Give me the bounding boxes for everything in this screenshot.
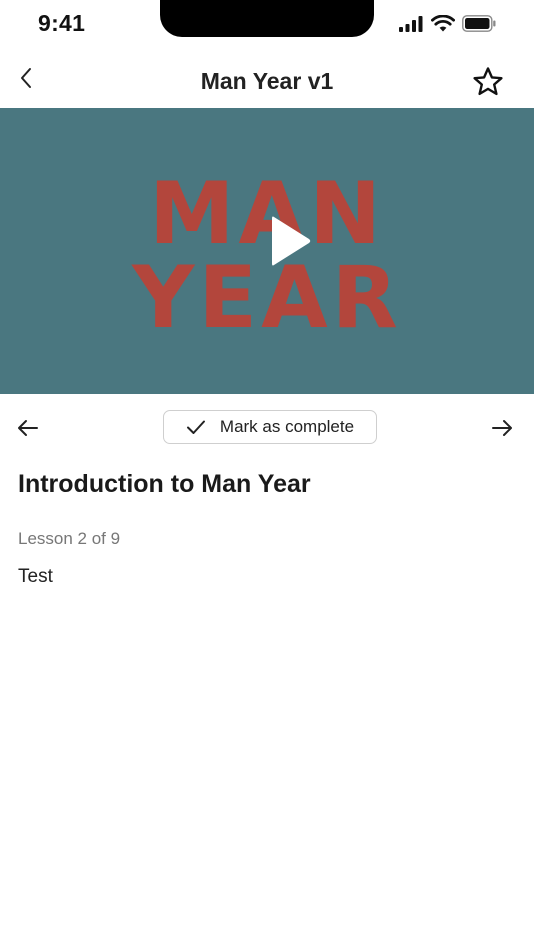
mark-complete-button[interactable]: Mark as complete [163, 410, 377, 444]
arrow-left-icon [18, 420, 38, 436]
page-title: Man Year v1 [200, 68, 334, 94]
previous-lesson-button[interactable] [14, 414, 42, 442]
lesson-progress-text: Lesson 2 of 9 [18, 529, 121, 548]
arrow-right-icon [492, 420, 512, 436]
mark-complete-label: Mark as complete [219, 417, 355, 436]
play-icon[interactable] [262, 211, 322, 271]
favorite-button[interactable] [470, 64, 506, 100]
star-outline-icon [473, 67, 503, 96]
status-bar: 9:41 [0, 0, 534, 50]
battery-icon [462, 15, 496, 32]
video-player[interactable]: MAN YEAR [0, 108, 534, 394]
next-lesson-button[interactable] [488, 414, 516, 442]
status-time: 9:41 [38, 10, 86, 36]
lesson-title: Introduction to Man Year [18, 470, 311, 498]
lesson-navigation: Mark as complete [0, 408, 534, 448]
navigation-bar: Man Year v1 [0, 58, 534, 108]
checkmark-icon [186, 420, 205, 434]
cellular-signal-icon [399, 15, 423, 32]
status-icons [399, 15, 496, 32]
lesson-body-text: Test [18, 566, 53, 587]
device-notch [160, 0, 374, 37]
wifi-icon [431, 15, 455, 32]
